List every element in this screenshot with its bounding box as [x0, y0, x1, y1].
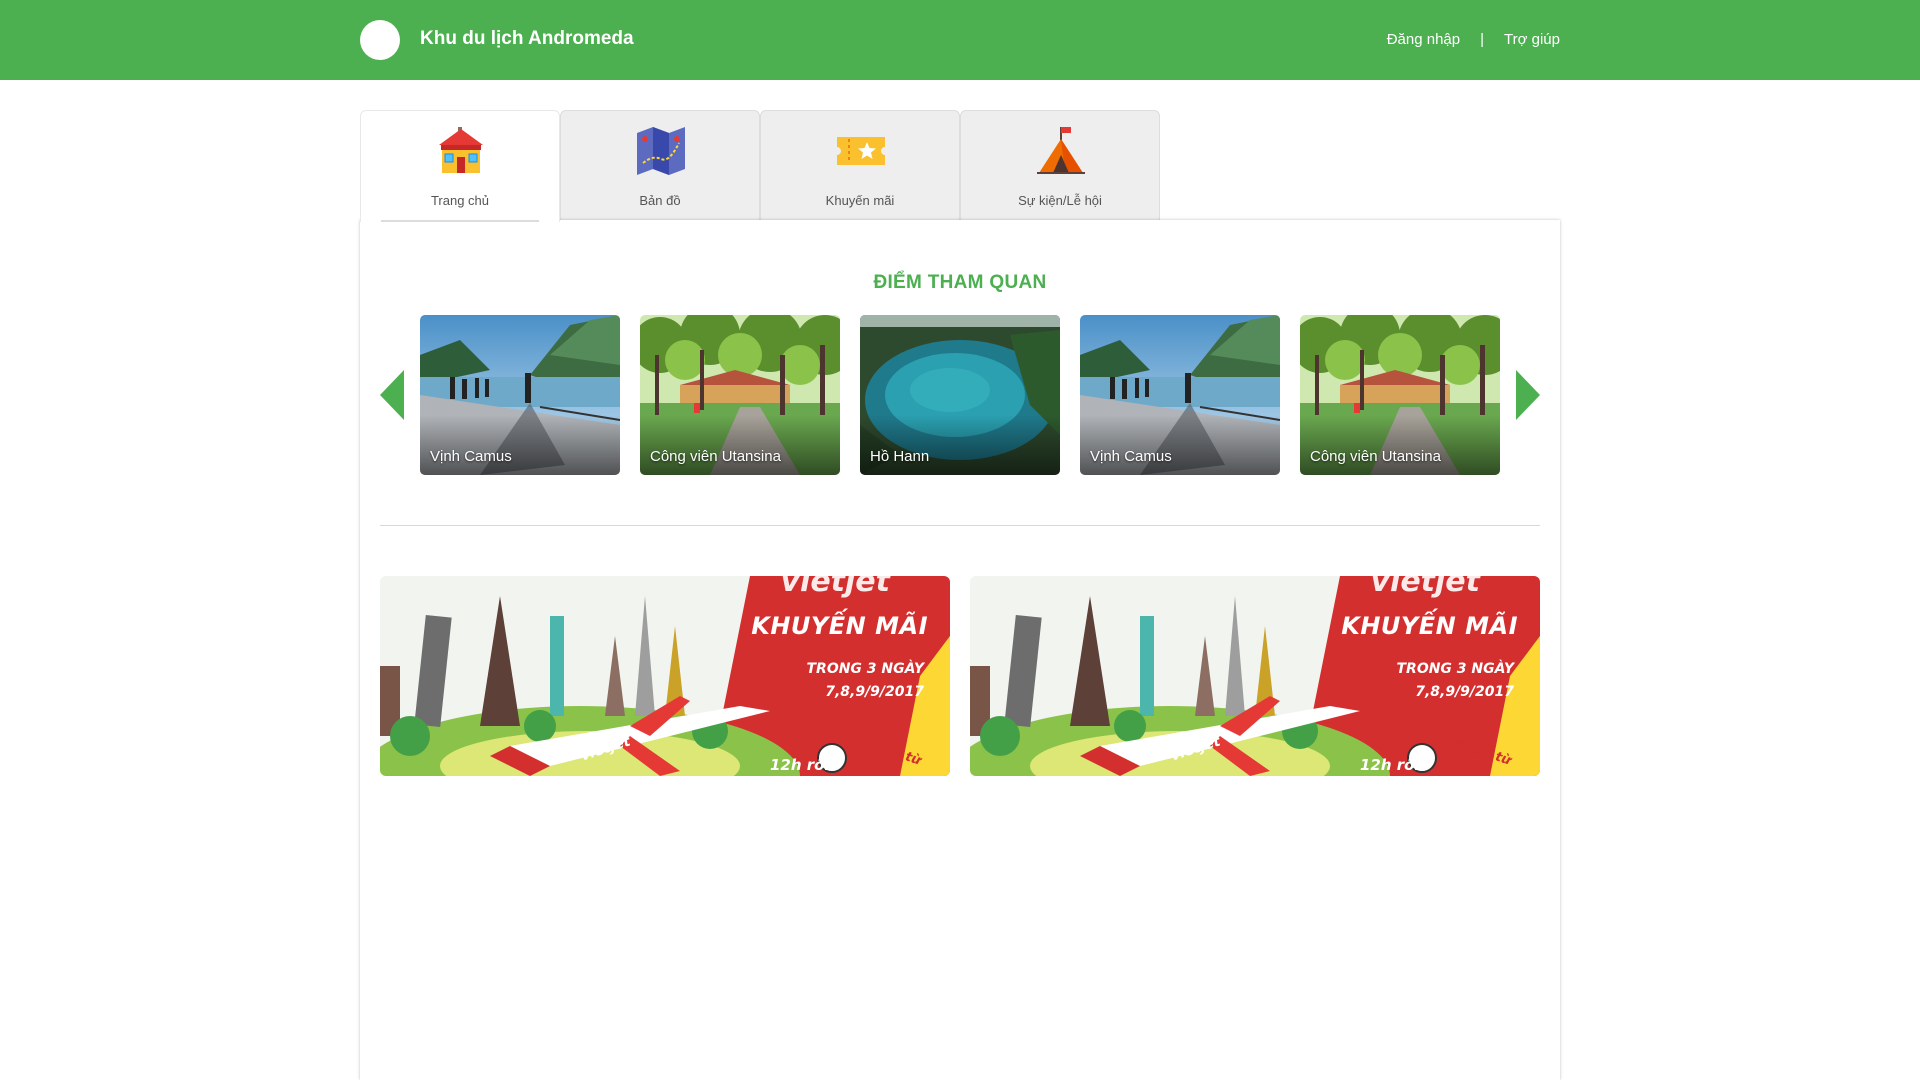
promo-line: TRONG 3 NGÀY: [806, 661, 924, 677]
card-shade: [1080, 415, 1280, 475]
card-label: Công viên Utansina: [1310, 448, 1441, 465]
help-link[interactable]: Trợ giúp: [1504, 31, 1560, 48]
site-title[interactable]: Khu du lịch Andromeda: [420, 28, 634, 50]
tab-label: Trang chủ: [430, 193, 490, 208]
login-link[interactable]: Đăng nhập: [1387, 31, 1460, 48]
card-label: Vịnh Camus: [1090, 448, 1172, 465]
promo-line: TRONG 3 NGÀY: [1396, 661, 1514, 677]
promo-hours: 12h rồi: [770, 756, 830, 774]
attraction-card[interactable]: Công viên Utansina: [1300, 315, 1500, 475]
attraction-card[interactable]: Công viên Utansina: [640, 315, 840, 475]
card-label: Hồ Hann: [870, 448, 930, 465]
nav-separator: |: [1480, 31, 1485, 48]
attraction-card[interactable]: Vịnh Camus: [420, 315, 620, 475]
top-header: Khu du lịch Andromeda Đăng nhập | Trợ gi…: [0, 0, 1920, 80]
section-divider: [380, 525, 1540, 526]
card-label: Công viên Utansina: [650, 448, 781, 465]
promo-title: KHUYẾN MÃI: [751, 612, 928, 640]
tab-promotions[interactable]: Khuyến mãi: [760, 110, 960, 221]
header-nav: Đăng nhập | Trợ giúp: [1387, 31, 1560, 48]
promo-banner[interactable]: vietjet KHUYẾN MÃI TRONG 3 NGÀY 7,8,9/9/…: [380, 576, 950, 776]
carousel-prev-arrow-icon[interactable]: [380, 370, 404, 420]
promo-brand: vietjet: [780, 576, 891, 599]
tab-label: Bản đồ: [639, 193, 681, 208]
map-icon: [637, 127, 685, 175]
section-title: ĐIỂM THAM QUAN: [873, 272, 1047, 293]
card-shade: [1300, 415, 1500, 475]
promo-dates: 7,8,9/9/2017: [825, 684, 924, 700]
card-label: Vịnh Camus: [430, 448, 512, 465]
tab-home[interactable]: Trang chủ: [360, 110, 560, 222]
promo-dates: 7,8,9/9/2017: [1415, 684, 1514, 700]
promo-brand: vietjet: [1370, 576, 1481, 599]
ticket-icon: [837, 137, 885, 165]
carousel-next-arrow-icon[interactable]: [1516, 370, 1540, 420]
promo-banner[interactable]: vietjet KHUYẾN MÃI TRONG 3 NGÀY 7,8,9/9/…: [970, 576, 1540, 776]
tab-map[interactable]: Bản đồ: [560, 110, 760, 221]
attraction-card[interactable]: Vịnh Camus: [1080, 315, 1280, 475]
attraction-card[interactable]: Hồ Hann: [860, 315, 1060, 475]
promo-title: KHUYẾN MÃI: [1341, 612, 1518, 640]
card-shade: [860, 415, 1060, 475]
promo-subtitle: TRONG 3 NGÀY 7,8,9/9/2017: [1396, 658, 1514, 704]
card-shade: [640, 415, 840, 475]
promo-subtitle: TRONG 3 NGÀY 7,8,9/9/2017: [806, 658, 924, 704]
card-shade: [420, 415, 620, 475]
promo-hours: 12h rồi: [1360, 756, 1420, 774]
tab-label: Sự kiện/Lễ hội: [1018, 193, 1102, 208]
tab-events[interactable]: Sự kiện/Lễ hội: [960, 110, 1160, 221]
logo[interactable]: [360, 20, 400, 60]
house-icon: [439, 127, 483, 173]
active-tab-underline: [381, 220, 539, 222]
tent-icon: [1037, 127, 1085, 174]
tab-label: Khuyến mãi: [825, 193, 895, 208]
